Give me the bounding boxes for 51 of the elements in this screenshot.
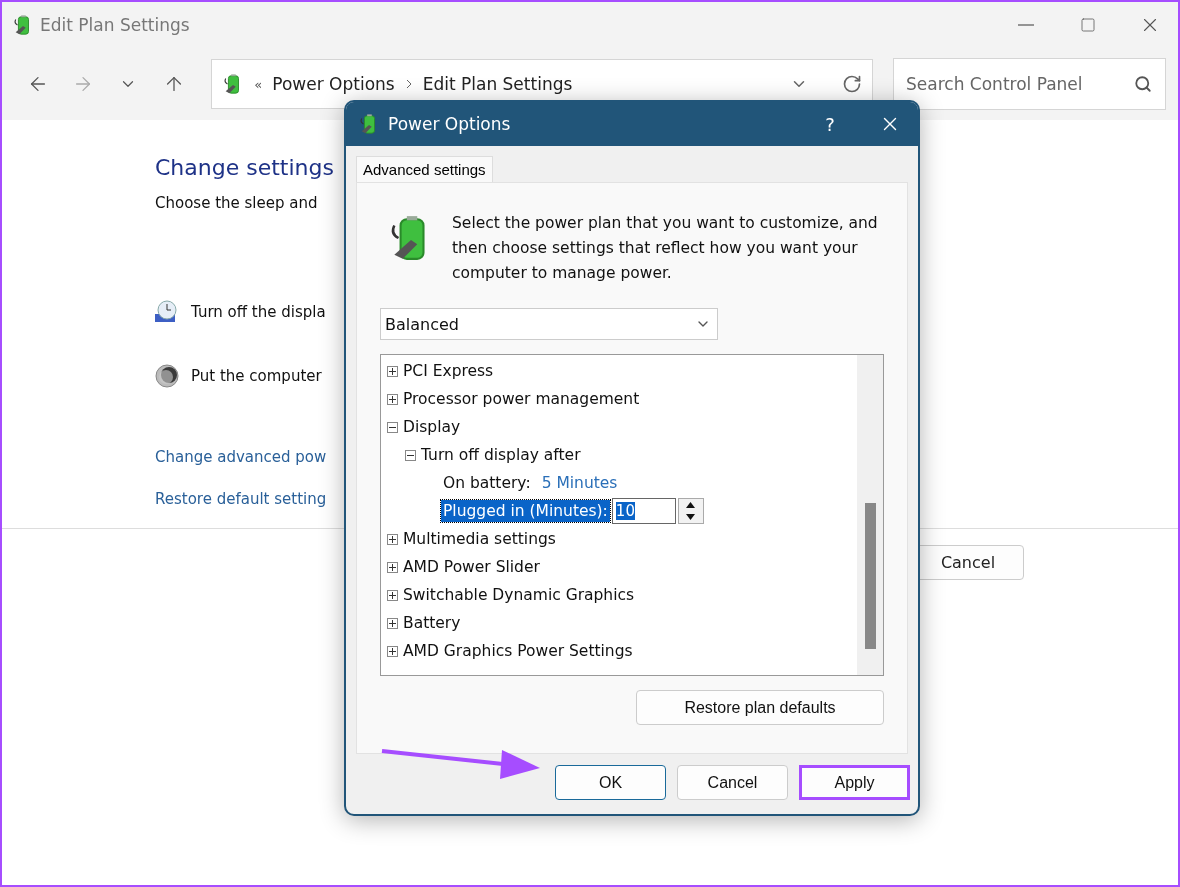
setting-label[interactable]: Plugged in (Minutes): [441,500,610,522]
search-icon [1134,75,1153,93]
minimize-icon [1018,24,1034,26]
collapse-icon[interactable] [387,421,398,433]
expand-icon[interactable] [387,561,398,573]
refresh-icon[interactable] [842,74,863,94]
breadcrumb-item[interactable]: Edit Plan Settings [422,74,573,94]
maximize-icon [1080,17,1096,33]
restore-defaults-button[interactable]: Restore plan defaults [636,690,884,725]
tree-item[interactable]: PCI Express [403,362,494,380]
tree-item[interactable]: Battery [403,614,461,632]
tree-item[interactable]: AMD Graphics Power Settings [403,642,633,660]
moon-icon [155,364,179,388]
dialog-button[interactable]: OK [555,765,666,800]
search-field[interactable]: Search Control Panel [893,58,1167,110]
expand-icon[interactable] [387,365,398,377]
tree-item[interactable]: Display [403,418,461,436]
collapse-icon[interactable] [405,449,416,461]
plan-dropdown[interactable]: Balanced [380,308,718,340]
settings-tree[interactable] [380,354,884,676]
tree-item[interactable]: Processor power management [403,390,640,408]
setting-label: Put the computer [191,367,322,385]
setting-value-link[interactable]: 5 Minutes [541,474,618,492]
clock-monitor-icon [155,300,179,324]
settings-link[interactable]: Restore default setting [155,490,327,508]
description-text: Select the power plan that you want to customize, and then choose settings that reflect how you want your computer to manage power. [452,213,878,284]
page-subtitle: Choose the sleep and [155,194,318,212]
setting-label[interactable]: On battery: [441,472,533,494]
spinner[interactable] [677,498,704,524]
tree-item[interactable]: Turn off display after [421,446,581,464]
expand-icon[interactable] [387,589,398,601]
expand-icon[interactable] [387,393,398,405]
scrollbar[interactable] [857,355,883,675]
minutes-input[interactable]: 10 [611,498,676,524]
tree-item[interactable]: Switchable Dynamic Graphics [403,586,635,604]
expand-icon[interactable] [387,617,398,629]
setting-label: Turn off the displa [191,303,326,321]
tab[interactable]: Advanced settings [356,156,493,182]
chevron-icon [404,79,413,89]
expand-icon[interactable] [387,645,398,657]
settings-link[interactable]: Change advanced pow [155,448,327,466]
breadcrumb-item[interactable]: Power Options [272,74,395,94]
dialog-title: Power Options [388,114,512,134]
page-heading: Change settings [155,155,334,180]
tree-item[interactable]: AMD Power Slider [403,558,540,576]
dialog-button[interactable]: Cancel [677,765,788,800]
window-title: Edit Plan Settings [40,15,191,35]
dialog-button[interactable]: Apply [799,765,910,800]
expand-icon[interactable] [387,533,398,545]
breadcrumb-overflow[interactable]: « [254,76,263,92]
tree-item[interactable]: Multimedia settings [403,530,556,548]
